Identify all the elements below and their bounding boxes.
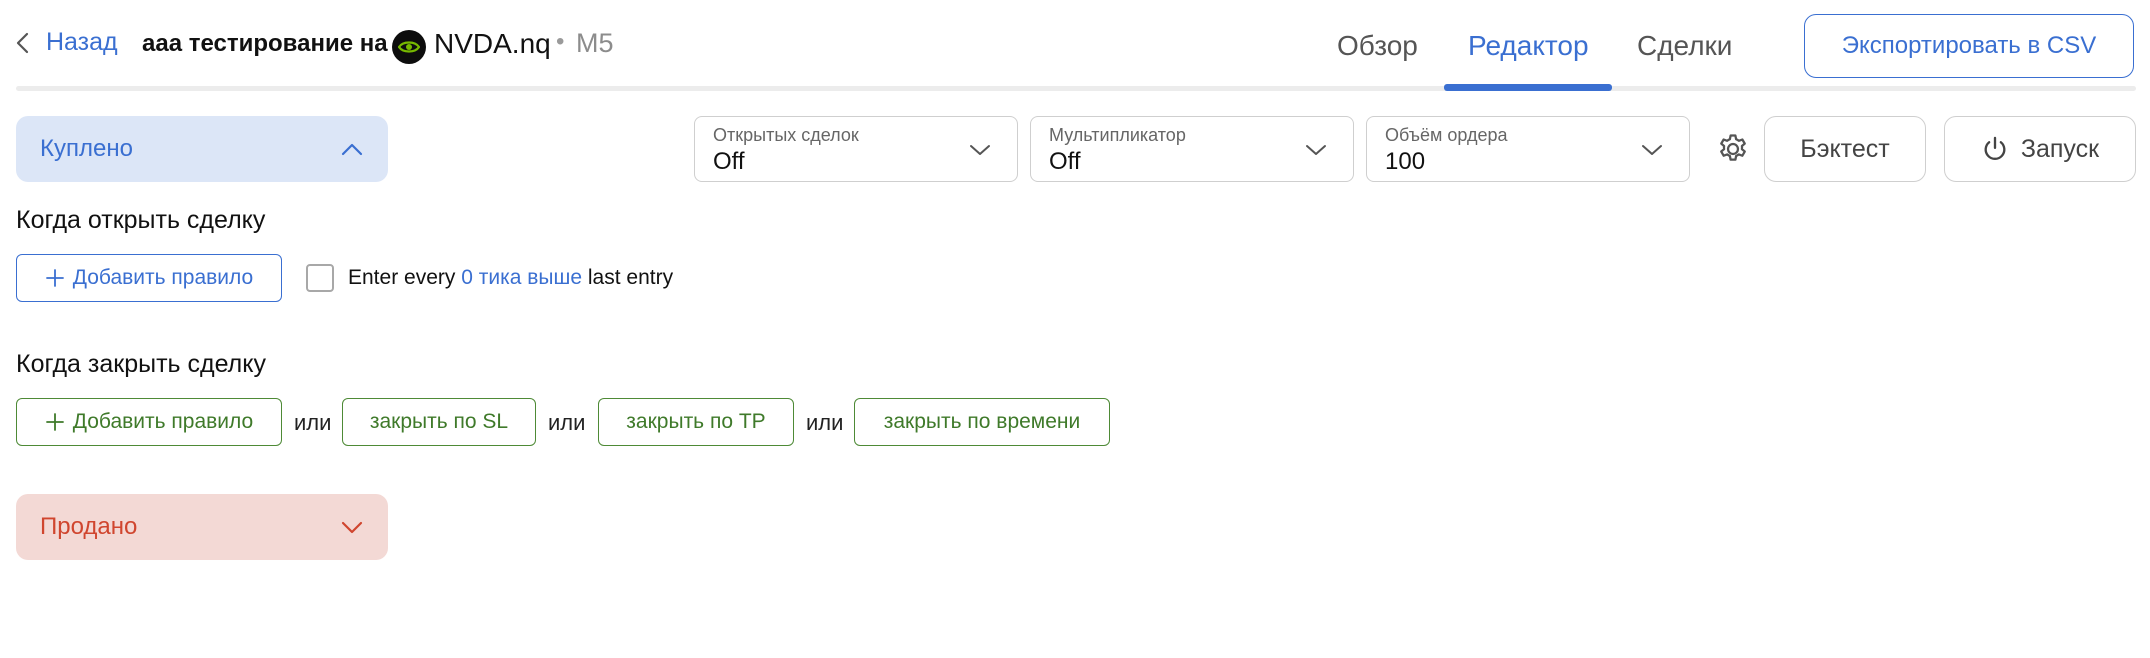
active-tab-indicator	[1444, 84, 1612, 91]
order-volume-select[interactable]: Объём ордера 100	[1366, 116, 1690, 182]
chevron-up-icon	[341, 143, 363, 156]
launch-label: Запуск	[2020, 134, 2100, 163]
enter-suffix: last entry	[587, 266, 674, 289]
strategy-title: ааа тестирование на	[142, 30, 388, 57]
chevron-down-icon	[1642, 145, 1662, 155]
close-trade-section-title: Когда закрыть сделку	[16, 350, 266, 378]
open-trades-label: Открытых сделок	[713, 125, 859, 145]
launch-button[interactable]: Запуск	[1944, 116, 2136, 182]
timeframe-label: M5	[576, 28, 614, 58]
nvidia-logo-icon	[392, 30, 426, 64]
or-label: или	[806, 410, 844, 435]
add-rule-label: Добавить правило	[72, 410, 254, 433]
add-open-rule-button[interactable]: Добавить правило	[16, 254, 282, 302]
open-trades-value: Off	[713, 148, 745, 175]
chevron-down-icon	[970, 145, 990, 155]
gear-icon[interactable]	[1716, 132, 1750, 166]
close-tp-label: закрыть по TP	[626, 410, 766, 433]
power-icon	[1984, 136, 2006, 160]
close-by-time-button[interactable]: закрыть по времени	[854, 398, 1110, 446]
header-divider	[16, 86, 2136, 91]
multiplier-select[interactable]: Мультипликатор Off	[1030, 116, 1354, 182]
close-by-sl-button[interactable]: закрыть по SL	[342, 398, 536, 446]
chevron-down-icon	[1306, 145, 1326, 155]
plus-icon	[45, 269, 64, 287]
enter-prefix: Enter every	[348, 266, 456, 289]
bought-panel-toggle[interactable]: Куплено	[16, 116, 388, 182]
plus-icon	[45, 413, 64, 431]
tab-editor[interactable]: Редактор	[1468, 30, 1589, 62]
tick-offset-link[interactable]: 0 тика выше	[461, 266, 582, 289]
export-csv-button[interactable]: Экспортировать в CSV	[1804, 14, 2134, 78]
backtest-label: Бэктест	[1800, 134, 1890, 163]
or-label: или	[548, 410, 586, 435]
order-volume-label: Объём ордера	[1385, 125, 1508, 145]
backtest-button[interactable]: Бэктест	[1764, 116, 1926, 182]
back-link[interactable]: Назад	[14, 28, 118, 57]
or-label: или	[294, 410, 332, 435]
enter-every-checkbox[interactable]	[306, 264, 334, 292]
close-sl-label: закрыть по SL	[369, 410, 509, 433]
close-by-tp-button[interactable]: закрыть по TP	[598, 398, 794, 446]
open-trade-section-title: Когда открыть сделку	[16, 206, 266, 234]
tab-overview[interactable]: Обзор	[1337, 30, 1418, 62]
top-header: Назад ааа тестирование на NVDA.nq • M5 О…	[0, 0, 2150, 92]
enter-every-text: Enter every 0 тика выше last entry	[348, 266, 673, 290]
close-time-label: закрыть по времени	[883, 410, 1081, 433]
open-trades-select[interactable]: Открытых сделок Off	[694, 116, 1018, 182]
order-volume-value: 100	[1385, 148, 1426, 175]
chevron-down-icon	[341, 521, 363, 534]
bought-label: Куплено	[40, 135, 133, 162]
add-close-rule-button[interactable]: Добавить правило	[16, 398, 282, 446]
add-rule-label: Добавить правило	[72, 266, 254, 289]
multiplier-value: Off	[1049, 148, 1081, 175]
separator-dot: •	[556, 28, 565, 55]
sold-label: Продано	[40, 513, 138, 540]
chevron-left-icon	[16, 32, 29, 53]
tab-trades[interactable]: Сделки	[1637, 30, 1732, 62]
multiplier-label: Мультипликатор	[1049, 125, 1186, 145]
sold-panel-toggle[interactable]: Продано	[16, 494, 388, 560]
back-label: Назад	[46, 28, 118, 56]
ticker-symbol: NVDA.nq	[434, 28, 551, 59]
